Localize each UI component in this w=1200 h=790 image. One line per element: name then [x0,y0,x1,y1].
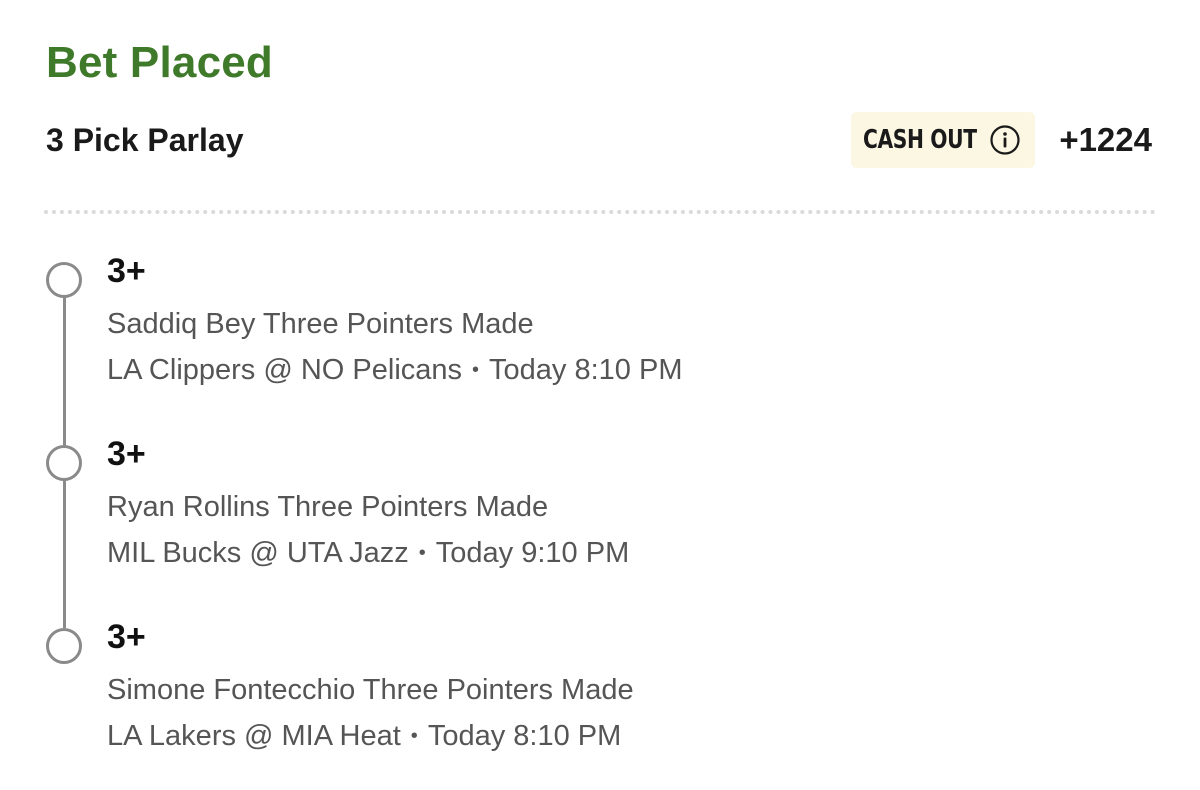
leg-time: Today 9:10 PM [435,537,630,569]
leg-game-info: MIL Bucks @ UTA Jazz • Today 9:10 PM [107,537,629,570]
leg-matchup: LA Clippers @ NO Pelicans [107,354,463,386]
bullet-separator: • [410,725,418,747]
parlay-leg: 3+ Simone Fontecchio Three Pointers Made… [0,618,1200,768]
leg-line: 3+ [107,435,146,473]
leg-game-info: LA Clippers @ NO Pelicans • Today 8:10 PM [107,354,683,387]
cash-out-label: CASH OUT [863,125,977,155]
leg-matchup: MIL Bucks @ UTA Jazz [107,537,409,569]
leg-line: 3+ [107,618,146,656]
hollow-circle-icon [46,262,82,298]
leg-time: Today 8:10 PM [427,720,622,752]
leg-line: 3+ [107,252,146,290]
bullet-separator: • [418,542,426,564]
hollow-circle-icon [46,445,82,481]
leg-market: Ryan Rollins Three Pointers Made [107,491,549,523]
hollow-circle-icon [46,628,82,664]
bet-status-title: Bet Placed [46,38,273,87]
leg-game-info: LA Lakers @ MIA Heat • Today 8:10 PM [107,720,621,753]
parlay-leg: 3+ Ryan Rollins Three Pointers Made MIL … [0,435,1200,585]
dotted-divider [44,210,1156,214]
bet-header: 3 Pick Parlay CASH OUT +1224 [46,112,1154,168]
leg-market: Simone Fontecchio Three Pointers Made [107,674,634,706]
leg-market: Saddiq Bey Three Pointers Made [107,308,534,340]
parlay-odds: +1224 [1059,121,1152,158]
cash-out-button[interactable]: CASH OUT [851,112,1036,168]
bullet-separator: • [472,359,480,381]
parlay-leg: 3+ Saddiq Bey Three Pointers Made LA Cli… [0,252,1200,402]
bet-type-label: 3 Pick Parlay [46,121,244,158]
leg-matchup: LA Lakers @ MIA Heat [107,720,401,752]
bet-header-actions: CASH OUT +1224 [851,112,1154,168]
info-circle-icon[interactable] [989,124,1021,156]
leg-time: Today 8:10 PM [489,354,683,386]
